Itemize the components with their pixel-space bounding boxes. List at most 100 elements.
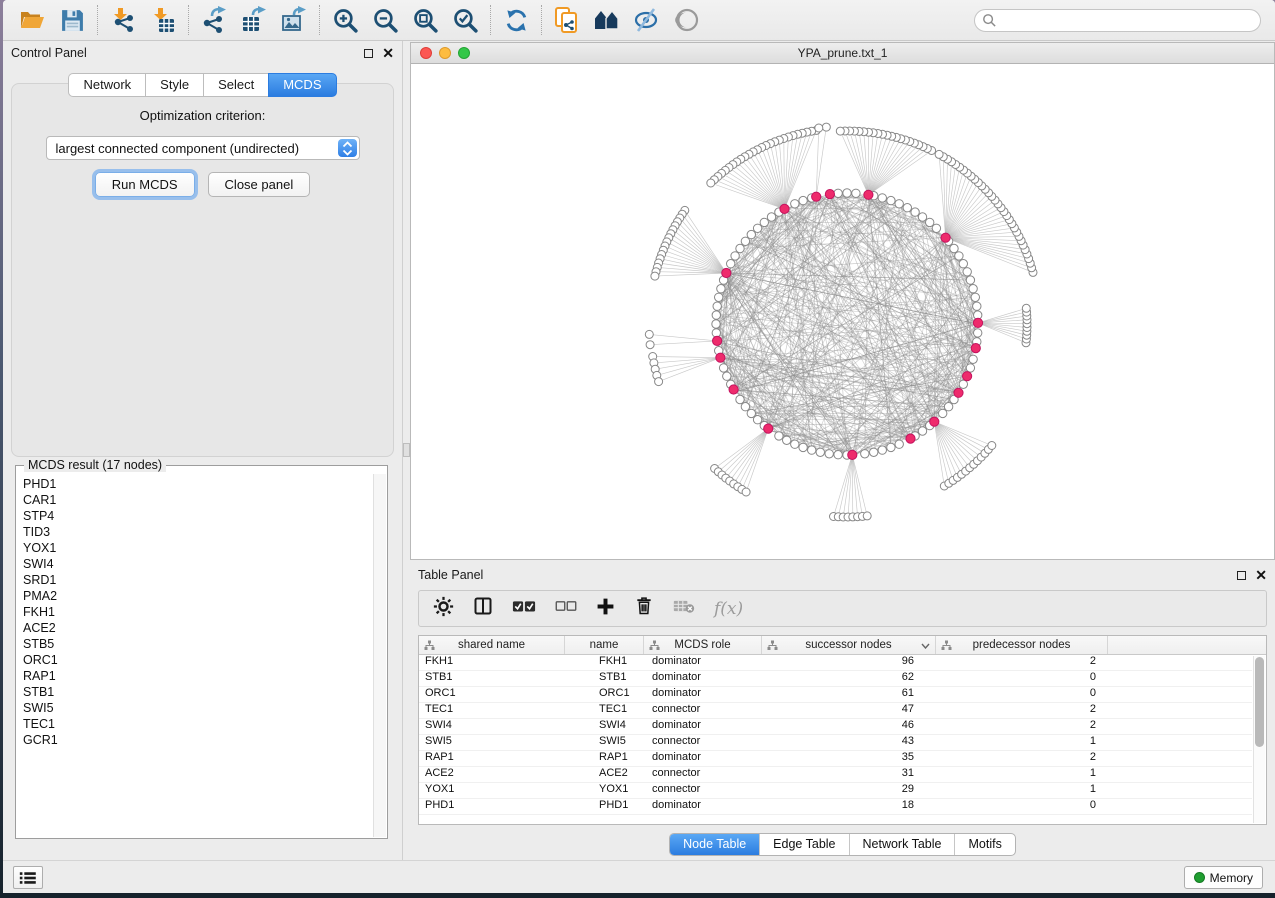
network-window-titlebar[interactable]: YPA_prune.txt_1 <box>411 43 1274 64</box>
zoom-selected-icon[interactable] <box>449 5 481 35</box>
table-cell[interactable]: ORC1 <box>419 687 565 702</box>
tab-mcds[interactable]: MCDS <box>268 73 336 97</box>
table-cell[interactable]: SWI4 <box>419 719 565 734</box>
table-cell[interactable]: RAP1 <box>419 751 565 766</box>
table-row[interactable]: RAP1RAP1dominator352 <box>419 751 1252 767</box>
tab-select[interactable]: Select <box>203 73 268 97</box>
table-row[interactable]: YOX1YOX1connector291 <box>419 783 1252 799</box>
table-row[interactable]: FKH1FKH1dominator962 <box>419 655 1252 671</box>
import-network-icon[interactable] <box>107 5 139 35</box>
mcds-result-item[interactable]: RAP1 <box>23 668 372 684</box>
table-row[interactable]: PHD1PHD1dominator180 <box>419 799 1252 815</box>
panel-splitter[interactable] <box>402 41 410 860</box>
mcds-result-item[interactable]: STB1 <box>23 684 372 700</box>
tab-network-table[interactable]: Network Table <box>849 834 955 855</box>
settings-gear-icon[interactable] <box>433 596 454 622</box>
table-cell[interactable]: SWI4 <box>565 719 644 734</box>
table-cell[interactable]: PHD1 <box>565 799 644 814</box>
mcds-result-item[interactable]: YOX1 <box>23 540 372 556</box>
network-graph[interactable] <box>411 64 1275 561</box>
search-input[interactable] <box>974 9 1261 32</box>
mcds-result-list[interactable]: PHD1CAR1STP4TID3YOX1SWI4SRD1PMA2FKH1ACE2… <box>17 474 372 837</box>
hide-details-icon[interactable] <box>631 5 663 35</box>
table-cell[interactable]: ACE2 <box>565 767 644 782</box>
zoom-in-icon[interactable] <box>329 5 361 35</box>
table-cell[interactable]: 62 <box>762 671 936 686</box>
table-cell[interactable]: 1 <box>936 767 1108 782</box>
table-cell[interactable]: PHD1 <box>419 799 565 814</box>
optimization-criterion-select[interactable]: largest connected component (undirected) <box>46 136 360 160</box>
table-row[interactable]: ACE2ACE2connector311 <box>419 767 1252 783</box>
scrollbar-thumb[interactable] <box>1255 657 1264 747</box>
mcds-result-item[interactable]: TID3 <box>23 524 372 540</box>
import-table-icon[interactable] <box>147 5 179 35</box>
column-header-shared-name[interactable]: shared name <box>419 636 565 654</box>
table-cell[interactable]: connector <box>644 783 762 798</box>
mcds-result-item[interactable]: SWI5 <box>23 700 372 716</box>
show-details-icon[interactable] <box>671 5 703 35</box>
open-file-icon[interactable] <box>16 5 48 35</box>
table-row[interactable]: SWI5SWI5connector431 <box>419 735 1252 751</box>
mcds-result-item[interactable]: SWI4 <box>23 556 372 572</box>
export-network-icon[interactable] <box>198 5 230 35</box>
column-header-successor-nodes[interactable]: successor nodes <box>762 636 936 654</box>
table-cell[interactable]: dominator <box>644 751 762 766</box>
table-cell[interactable]: dominator <box>644 687 762 702</box>
table-cell[interactable]: ORC1 <box>565 687 644 702</box>
table-row[interactable]: ORC1ORC1dominator610 <box>419 687 1252 703</box>
tab-motifs[interactable]: Motifs <box>954 834 1014 855</box>
table-cell[interactable]: RAP1 <box>565 751 644 766</box>
mcds-result-item[interactable]: ORC1 <box>23 652 372 668</box>
select-all-icon[interactable] <box>512 598 536 619</box>
table-cell[interactable]: 1 <box>936 783 1108 798</box>
table-cell[interactable]: 2 <box>936 703 1108 718</box>
table-scrollbar[interactable] <box>1253 656 1265 823</box>
tab-style[interactable]: Style <box>145 73 203 97</box>
table-cell[interactable]: connector <box>644 703 762 718</box>
mcds-result-item[interactable]: STP4 <box>23 508 372 524</box>
table-cell[interactable]: 18 <box>762 799 936 814</box>
table-cell[interactable]: 2 <box>936 751 1108 766</box>
splitter-handle-icon[interactable] <box>403 443 410 457</box>
mcds-result-item[interactable]: SRD1 <box>23 572 372 588</box>
table-cell[interactable]: 31 <box>762 767 936 782</box>
table-cell[interactable]: ACE2 <box>419 767 565 782</box>
table-cell[interactable]: 2 <box>936 655 1108 670</box>
table-cell[interactable]: TEC1 <box>565 703 644 718</box>
table-cell[interactable]: connector <box>644 735 762 750</box>
table-cell[interactable]: STB1 <box>419 671 565 686</box>
table-cell[interactable]: 96 <box>762 655 936 670</box>
mcds-result-item[interactable]: GCR1 <box>23 732 372 748</box>
new-network-from-selection-icon[interactable] <box>551 5 583 35</box>
column-header-name[interactable]: name <box>565 636 644 654</box>
float-icon[interactable] <box>364 49 373 58</box>
delete-row-icon[interactable] <box>634 596 654 621</box>
zoom-fit-icon[interactable] <box>409 5 441 35</box>
table-cell[interactable]: 47 <box>762 703 936 718</box>
table-cell[interactable]: 0 <box>936 671 1108 686</box>
task-history-button[interactable] <box>13 866 43 889</box>
function-builder-icon[interactable]: f(x) <box>714 599 743 619</box>
window-close-icon[interactable] <box>420 47 432 59</box>
table-row[interactable]: STB1STB1dominator620 <box>419 671 1252 687</box>
show-columns-icon[interactable] <box>473 596 493 621</box>
add-row-icon[interactable] <box>596 597 615 621</box>
table-cell[interactable]: 61 <box>762 687 936 702</box>
export-table-icon[interactable] <box>238 5 270 35</box>
table-cell[interactable]: SWI5 <box>419 735 565 750</box>
mcds-result-item[interactable]: TEC1 <box>23 716 372 732</box>
tab-network[interactable]: Network <box>68 73 145 97</box>
window-minimize-icon[interactable] <box>439 47 451 59</box>
export-image-icon[interactable] <box>278 5 310 35</box>
tab-node-table[interactable]: Node Table <box>670 834 759 855</box>
table-cell[interactable]: SWI5 <box>565 735 644 750</box>
memory-button[interactable]: Memory <box>1184 866 1263 889</box>
table-cell[interactable]: connector <box>644 767 762 782</box>
table-cell[interactable]: 46 <box>762 719 936 734</box>
delete-table-icon[interactable] <box>673 598 695 619</box>
mcds-scrollbar[interactable] <box>373 474 386 837</box>
mcds-result-item[interactable]: CAR1 <box>23 492 372 508</box>
run-mcds-button[interactable]: Run MCDS <box>95 172 195 197</box>
table-cell[interactable]: YOX1 <box>565 783 644 798</box>
float-icon[interactable] <box>1237 571 1246 580</box>
